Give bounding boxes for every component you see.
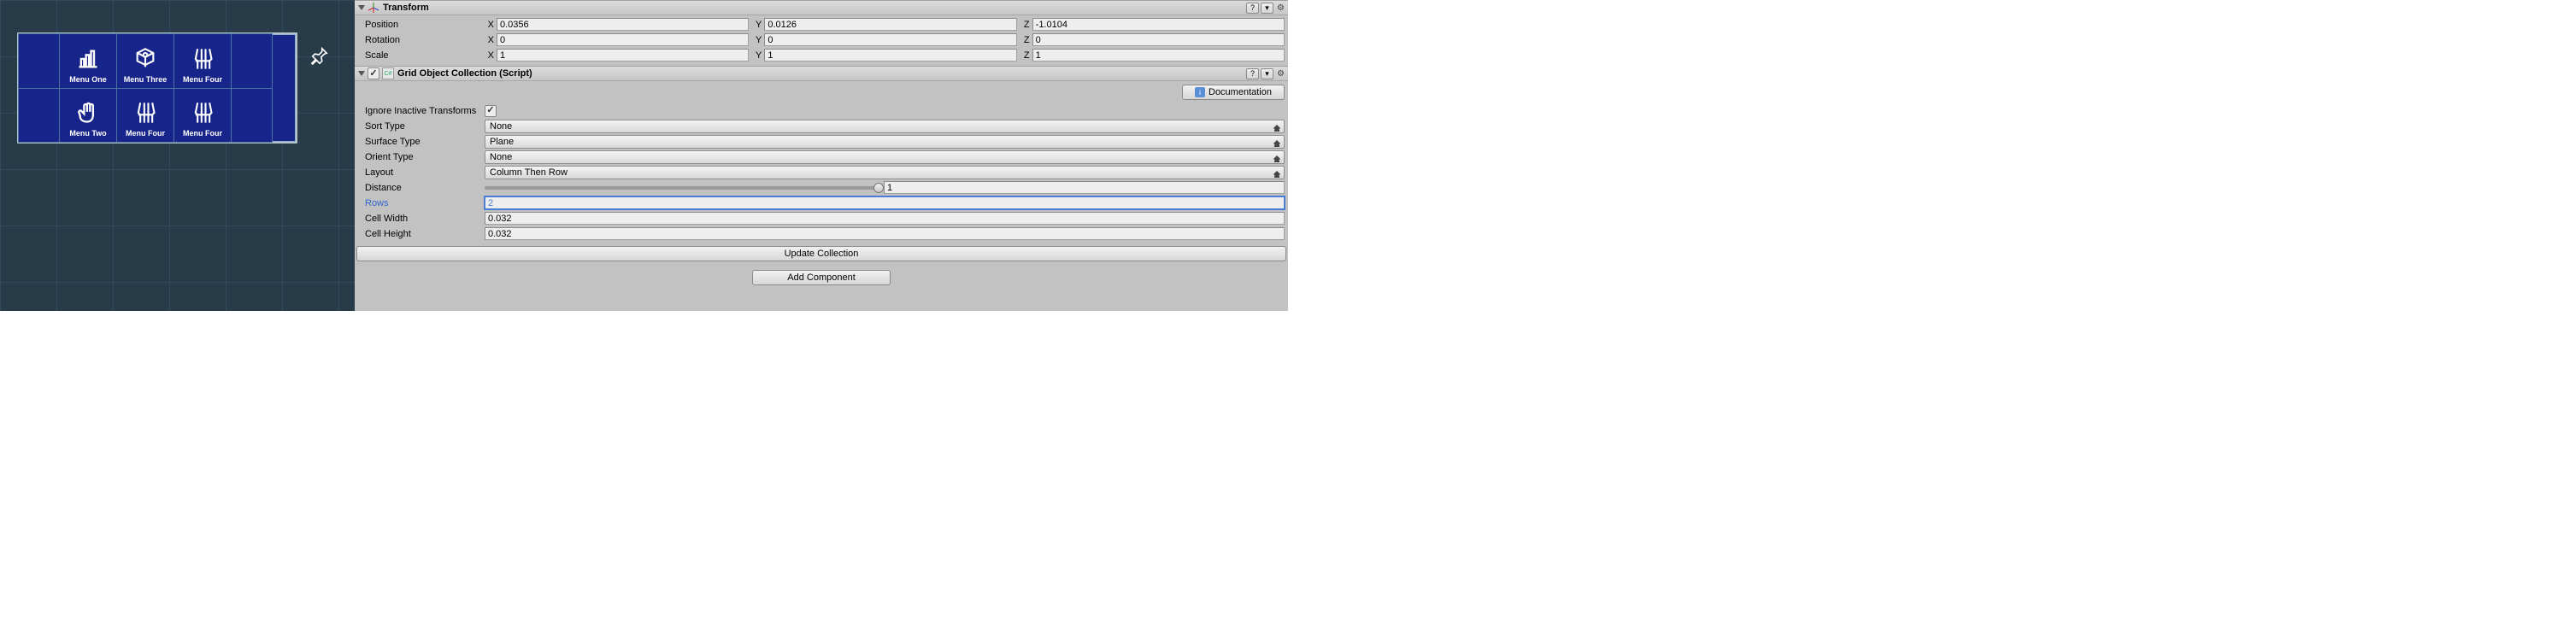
foldout-icon[interactable] — [358, 71, 365, 76]
transform-component: Transform ? ▾ ⚙ Position X Y Z Rotation … — [355, 0, 1288, 66]
scene-view[interactable]: Menu One Menu Three Menu Four Menu Two M… — [0, 0, 355, 311]
distance-field[interactable] — [884, 181, 1285, 194]
add-component-label: Add Component — [787, 272, 856, 283]
menu-tile-label: Menu Three — [124, 75, 168, 84]
preset-button[interactable]: ▾ — [1261, 68, 1273, 79]
transform-title: Transform — [383, 3, 429, 13]
gear-icon[interactable]: ⚙ — [1275, 3, 1286, 13]
update-collection-label: Update Collection — [785, 249, 859, 259]
menu-edge-left-top[interactable] — [19, 34, 59, 88]
menu-grid-collection[interactable]: Menu One Menu Three Menu Four Menu Two M… — [17, 32, 297, 144]
help-button[interactable]: ? — [1246, 3, 1259, 14]
y-label[interactable]: Y — [752, 35, 764, 45]
rotation-y-field[interactable] — [764, 33, 1016, 46]
menu-tile-2[interactable]: Menu Three — [117, 34, 173, 88]
preset-button[interactable]: ▾ — [1261, 3, 1273, 14]
orient-type-label[interactable]: Orient Type — [363, 152, 485, 162]
scale-z-field[interactable] — [1032, 49, 1285, 62]
menu-tile-label: Menu One — [69, 75, 107, 84]
z-label[interactable]: Z — [1020, 20, 1032, 30]
position-z-field[interactable] — [1032, 18, 1285, 31]
documentation-label: Documentation — [1209, 87, 1272, 97]
menu-tile-label: Menu Four — [183, 75, 222, 84]
position-y-field[interactable] — [764, 18, 1016, 31]
layout-label[interactable]: Layout — [363, 167, 485, 178]
grid-collection-header[interactable]: C# Grid Object Collection (Script) ? ▾ ⚙ — [355, 67, 1288, 81]
hand-skeleton-icon — [133, 101, 157, 125]
rows-label[interactable]: Rows — [363, 198, 485, 208]
scale-label[interactable]: Scale — [363, 50, 485, 61]
sort-type-value: None — [490, 121, 512, 132]
menu-tile-1[interactable]: Menu One — [60, 34, 116, 88]
y-label[interactable]: Y — [752, 20, 764, 30]
menu-edge-right-bottom[interactable] — [232, 89, 272, 143]
help-button[interactable]: ? — [1246, 68, 1259, 79]
foldout-icon[interactable] — [358, 5, 365, 10]
ignore-inactive-checkbox[interactable] — [485, 105, 497, 117]
component-enabled-checkbox[interactable] — [368, 67, 379, 79]
cell-height-label[interactable]: Cell Height — [363, 229, 485, 239]
bar-chart-icon — [76, 47, 100, 71]
menu-edge-right-top[interactable] — [232, 34, 272, 88]
distance-label[interactable]: Distance — [363, 183, 485, 193]
menu-tile-label: Menu Four — [183, 129, 222, 138]
orient-type-value: None — [490, 152, 512, 162]
script-icon: C# — [382, 67, 394, 79]
hand-icon — [76, 101, 100, 125]
camera-box-icon — [133, 47, 157, 71]
orient-type-dropdown[interactable]: None — [485, 150, 1285, 164]
cell-width-field[interactable] — [485, 212, 1285, 225]
x-label[interactable]: X — [485, 35, 497, 45]
layout-value: Column Then Row — [490, 167, 568, 178]
rotation-label[interactable]: Rotation — [363, 35, 485, 45]
doc-icon: i — [1195, 87, 1205, 97]
z-label[interactable]: Z — [1020, 35, 1032, 45]
distance-slider[interactable] — [485, 186, 879, 190]
cell-width-label[interactable]: Cell Width — [363, 214, 485, 224]
hand-skeleton-icon — [191, 47, 215, 71]
menu-edge-left-bottom[interactable] — [19, 89, 59, 143]
ignore-inactive-label[interactable]: Ignore Inactive Transforms — [363, 106, 485, 116]
surface-type-dropdown[interactable]: Plane — [485, 135, 1285, 149]
documentation-button[interactable]: i Documentation — [1182, 85, 1285, 100]
rows-field[interactable] — [485, 196, 1285, 209]
transform-header[interactable]: Transform ? ▾ ⚙ — [355, 1, 1288, 15]
transform-icon — [368, 2, 379, 14]
menu-tile-4[interactable]: Menu Two — [60, 89, 116, 143]
sort-type-label[interactable]: Sort Type — [363, 121, 485, 132]
menu-tile-label: Menu Four — [126, 129, 165, 138]
gear-icon[interactable]: ⚙ — [1275, 69, 1286, 79]
scale-row: Scale X Y Z — [363, 48, 1285, 62]
layout-dropdown[interactable]: Column Then Row — [485, 166, 1285, 179]
surface-type-value: Plane — [490, 137, 514, 147]
hand-skeleton-icon — [191, 101, 215, 125]
inspector-panel: Transform ? ▾ ⚙ Position X Y Z Rotation … — [355, 0, 1288, 311]
rotation-row: Rotation X Y Z — [363, 32, 1285, 47]
z-label[interactable]: Z — [1020, 50, 1032, 61]
position-row: Position X Y Z — [363, 17, 1285, 32]
position-x-field[interactable] — [497, 18, 749, 31]
menu-tile-label: Menu Two — [69, 129, 106, 138]
scale-x-field[interactable] — [497, 49, 749, 62]
pin-icon[interactable] — [310, 46, 329, 67]
sort-type-dropdown[interactable]: None — [485, 120, 1285, 133]
grid-collection-title: Grid Object Collection (Script) — [397, 68, 532, 79]
slider-thumb[interactable] — [873, 183, 884, 193]
position-label[interactable]: Position — [363, 20, 485, 30]
scale-y-field[interactable] — [764, 49, 1016, 62]
cell-height-field[interactable] — [485, 227, 1285, 240]
menu-tile-5[interactable]: Menu Four — [117, 89, 173, 143]
y-label[interactable]: Y — [752, 50, 764, 61]
x-label[interactable]: X — [485, 20, 497, 30]
surface-type-label[interactable]: Surface Type — [363, 137, 485, 147]
menu-tile-6[interactable]: Menu Four — [174, 89, 231, 143]
rotation-x-field[interactable] — [497, 33, 749, 46]
grid-object-collection-component: C# Grid Object Collection (Script) ? ▾ ⚙… — [355, 66, 1288, 263]
add-component-button[interactable]: Add Component — [752, 270, 891, 285]
menu-tile-3[interactable]: Menu Four — [174, 34, 231, 88]
update-collection-button[interactable]: Update Collection — [356, 246, 1286, 261]
rotation-z-field[interactable] — [1032, 33, 1285, 46]
x-label[interactable]: X — [485, 50, 497, 61]
